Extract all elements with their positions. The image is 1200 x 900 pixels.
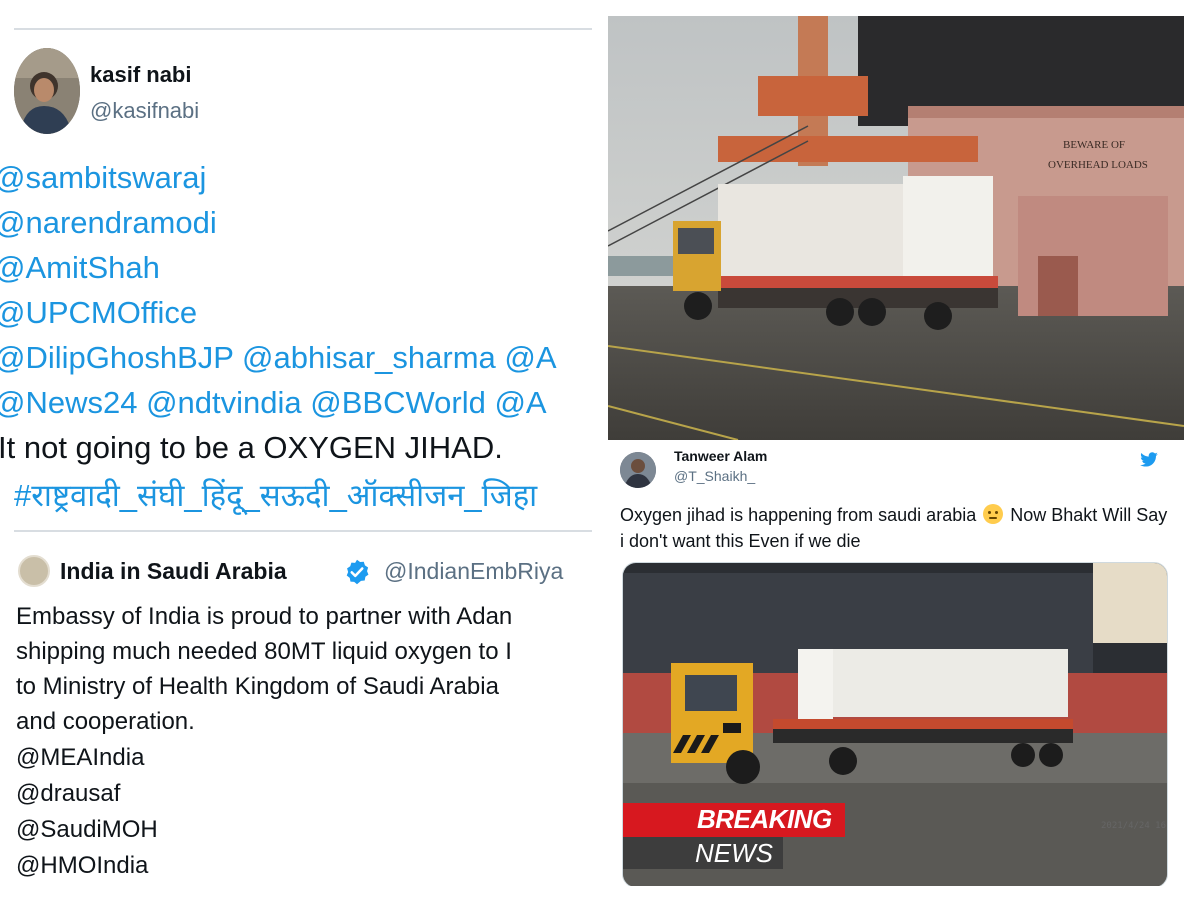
news-banner: NEWS [623,837,783,869]
mention-link[interactable]: @News24 @ndtvindia @BBCWorld @A [0,385,547,421]
hashtag-link[interactable]: #राष्ट्रवादी_संघी_हिंदू_सऊदी_ऑक्सीजन_जिह… [14,474,537,516]
tweet-text: Oxygen jihad is happening from saudi ara… [620,502,1176,554]
twitter-bird-icon[interactable] [1138,452,1160,468]
divider [14,530,592,532]
breaking-label: BREAKING [697,804,832,834]
tweet-text-part: Oxygen jihad is happening from saudi ara… [620,505,977,525]
mention-link[interactable]: @AmitShah [0,250,160,286]
author-avatar[interactable] [14,48,80,134]
sign-text: OVERHEAD LOADS [1048,159,1148,171]
port-photo: BEWARE OF OVERHEAD LOADS [608,16,1184,440]
mention-link[interactable]: @DilipGhoshBJP @abhisar_sharma @A [0,340,557,376]
author-name[interactable]: kasif nabi [90,62,191,88]
quoted-body-line: Embassy of India is proud to partner wit… [16,603,513,630]
quoted-mention[interactable]: @drausaf [16,780,120,808]
verified-badge-icon [346,559,369,585]
port-scene-image: BEWARE OF OVERHEAD LOADS [608,16,1184,440]
embassy-handle[interactable]: @IndianEmbRiya [384,558,563,585]
quoted-mention[interactable]: @MEAIndia [16,744,144,772]
divider [14,28,592,30]
mention-link[interactable]: @sambitswaraj [0,160,206,196]
quoted-body-line: and cooperation. [16,708,195,735]
mention-link[interactable]: @UPCMOffice [0,295,197,331]
quoted-body-line: shipping much needed 80MT liquid oxygen … [16,638,512,665]
photo-timestamp: 2021/4/24 16 [1101,821,1167,831]
quoted-mention[interactable]: @HMOIndia [16,852,148,880]
quoted-mention[interactable]: @SaudiMOH [16,816,158,844]
tweet-text: It not going to be a OXYGEN JIHAD. [0,430,503,465]
embassy-name[interactable]: India in Saudi Arabia [60,558,287,585]
mention-link[interactable]: @narendramodi [0,205,217,241]
author-handle[interactable]: @kasifnabi [90,98,199,124]
quoted-body-line: to Ministry of Health Kingdom of Saudi A… [16,673,499,700]
news-label: NEWS [695,838,773,868]
author-name[interactable]: Tanweer Alam [674,448,767,464]
author-handle[interactable]: @T_Shaikh_ [674,468,755,484]
author-avatar[interactable] [620,452,656,488]
tweet-media-card[interactable]: BREAKING NEWS 2021/4/24 16 [622,562,1168,886]
embassy-avatar[interactable] [18,555,50,587]
left-tweet-screenshot: kasif nabi @kasifnabi @sambitswaraj @nar… [0,0,600,900]
breaking-banner: BREAKING [623,803,845,837]
frowning-face-emoji-icon [983,504,1004,524]
right-tweet-screenshot: Tanweer Alam @T_Shaikh_ Oxygen jihad is … [608,446,1184,886]
sign-text: BEWARE OF [1063,139,1125,151]
